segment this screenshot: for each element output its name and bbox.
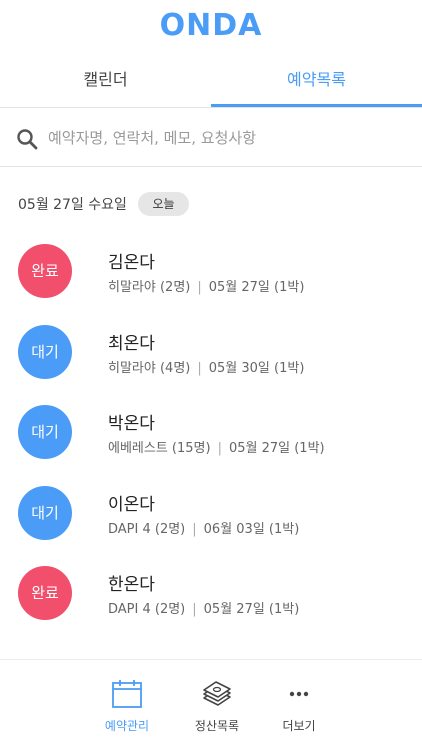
reservation-meta: 히말라야 (4명) | 05월 30일 (1박) bbox=[108, 357, 304, 376]
app-header: ONDA bbox=[0, 0, 422, 52]
today-badge: 오늘 bbox=[138, 192, 189, 216]
room-info: DAPI 4 (2명) bbox=[108, 602, 186, 617]
guest-name: 한온다 bbox=[108, 575, 155, 595]
checkin-info: 05월 27일 (1박) bbox=[203, 602, 300, 617]
status-badge: 대기 bbox=[18, 325, 72, 379]
nav-label: 더보기 bbox=[282, 719, 316, 733]
room-info: DAPI 4 (2명) bbox=[108, 522, 186, 537]
guest-name: 이온다 bbox=[108, 495, 155, 515]
checkin-info: 05월 27일 (1박) bbox=[208, 280, 305, 295]
reservation-item[interactable]: 완료 김온다 히말라야 (2명) | 05월 27일 (1박) bbox=[0, 244, 422, 324]
separator: | bbox=[197, 361, 202, 376]
guest-name: 최온다 bbox=[108, 334, 155, 354]
onda-logo: ONDA bbox=[159, 8, 263, 43]
more-dots-icon bbox=[283, 678, 315, 710]
date-label: 05월 27일 수요일 bbox=[18, 197, 127, 213]
reservation-meta: DAPI 4 (2명) | 05월 27일 (1박) bbox=[108, 598, 299, 617]
checkin-info: 06월 03일 (1박) bbox=[203, 522, 300, 537]
room-info: 히말라야 (4명) bbox=[108, 361, 191, 376]
separator: | bbox=[197, 280, 202, 295]
search-icon bbox=[16, 128, 38, 150]
status-badge: 완료 bbox=[18, 244, 72, 298]
separator: | bbox=[217, 441, 222, 456]
search-input[interactable] bbox=[46, 122, 410, 154]
nav-label: 예약관리 bbox=[104, 719, 150, 733]
guest-name: 김온다 bbox=[108, 253, 155, 273]
tab-calendar[interactable]: 캘린더 bbox=[0, 56, 211, 108]
status-badge: 대기 bbox=[18, 405, 72, 459]
reservation-item[interactable]: 완료 한온다 DAPI 4 (2명) | 05월 27일 (1박) bbox=[0, 566, 422, 646]
divider bbox=[0, 166, 422, 167]
reservation-meta: 히말라야 (2명) | 05월 27일 (1박) bbox=[108, 276, 304, 295]
search-bar bbox=[0, 108, 422, 166]
calendar-icon bbox=[111, 678, 143, 710]
separator: | bbox=[192, 602, 197, 617]
reservation-meta: 에베레스트 (15명) | 05월 27일 (1박) bbox=[108, 437, 325, 456]
reservation-item[interactable]: 대기 최온다 히말라야 (4명) | 05월 30일 (1박) bbox=[0, 325, 422, 405]
reservation-meta: DAPI 4 (2명) | 06월 03일 (1박) bbox=[108, 518, 299, 537]
room-info: 히말라야 (2명) bbox=[108, 280, 191, 295]
tab-bar: 캘린더 예약목록 bbox=[0, 56, 422, 108]
guest-name: 박온다 bbox=[108, 414, 155, 434]
reservation-item[interactable]: 대기 이온다 DAPI 4 (2명) | 06월 03일 (1박) bbox=[0, 486, 422, 566]
money-stack-icon bbox=[201, 678, 233, 710]
nav-more[interactable]: 더보기 bbox=[254, 660, 344, 750]
checkin-info: 05월 27일 (1박) bbox=[228, 441, 325, 456]
tab-reservation-list[interactable]: 예약목록 bbox=[211, 56, 422, 108]
separator: | bbox=[192, 522, 197, 537]
nav-reservation-management[interactable]: 예약관리 bbox=[82, 660, 172, 750]
status-badge: 완료 bbox=[18, 566, 72, 620]
checkin-info: 05월 30일 (1박) bbox=[208, 361, 305, 376]
bottom-nav: 예약관리 정산목록 더보기 bbox=[0, 660, 422, 750]
reservation-item[interactable]: 대기 박온다 에베레스트 (15명) | 05월 27일 (1박) bbox=[0, 405, 422, 485]
nav-label: 정산목록 bbox=[194, 719, 240, 733]
status-badge: 대기 bbox=[18, 486, 72, 540]
nav-settlement-list[interactable]: 정산목록 bbox=[172, 660, 262, 750]
room-info: 에베레스트 (15명) bbox=[108, 441, 211, 456]
